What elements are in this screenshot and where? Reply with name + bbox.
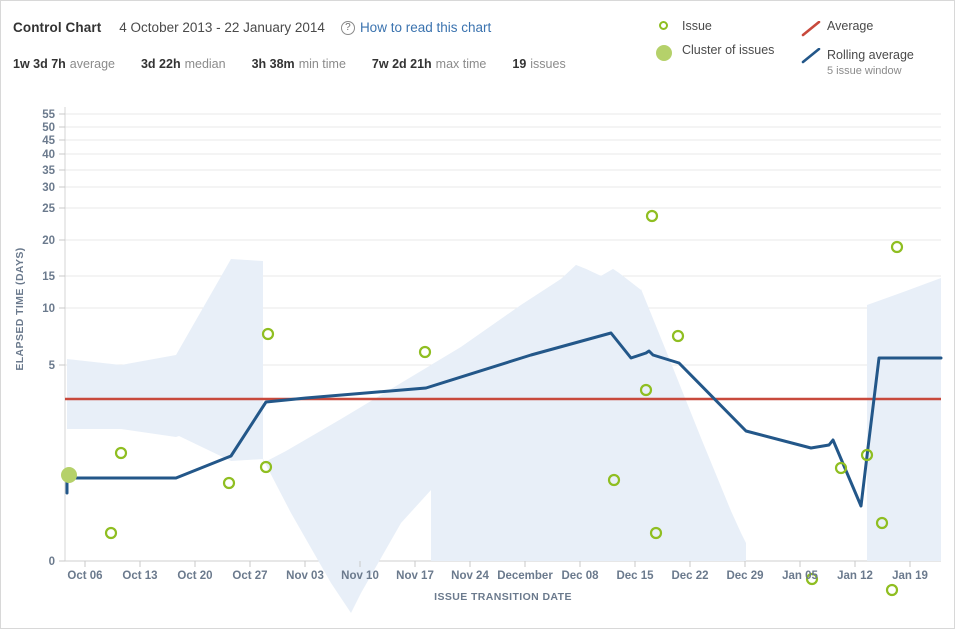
page-title: Control Chart	[13, 20, 101, 35]
x-tick-label: Dec 22	[671, 570, 708, 582]
y-tick-label: 30	[42, 182, 55, 194]
stat-min-time-label: min time	[299, 57, 346, 71]
question-mark-circle-icon: ?	[341, 21, 355, 35]
x-axis-ticks: Oct 06 Oct 13 Oct 20 Oct 27 Nov 03 Nov 1…	[67, 561, 927, 582]
stat-median-label: median	[185, 57, 226, 71]
issue-marker[interactable]	[116, 448, 126, 458]
issue-marker[interactable]	[647, 211, 657, 221]
stat-average: 1w 3d 7h average	[13, 57, 115, 71]
y-axis-ticks: 55 50 45 40 35 30 25 20 15 10 5 0	[42, 109, 65, 568]
stat-median: 3d 22h median	[141, 57, 226, 71]
title-row: Control Chart 4 October 2013 - 22 Januar…	[13, 20, 491, 35]
control-chart-page: Control Chart 4 October 2013 - 22 Januar…	[0, 0, 955, 629]
x-tick-label: Oct 13	[122, 570, 157, 582]
stat-max-time-label: max time	[436, 57, 487, 71]
x-tick-label: Oct 20	[177, 570, 212, 582]
chart-legend: Issue Cluster of issues	[656, 19, 948, 91]
legend-item-average-label: Average	[827, 19, 873, 34]
stat-average-value: 1w 3d 7h	[13, 57, 66, 71]
y-tick-label: 15	[42, 271, 55, 283]
x-tick-label: Nov 17	[396, 570, 434, 582]
x-tick-label: December	[497, 570, 553, 582]
x-tick-label: Jan 19	[892, 570, 928, 582]
x-tick-label: Dec 08	[561, 570, 599, 582]
stat-issues-label: issues	[530, 57, 565, 71]
y-tick-label: 25	[42, 203, 55, 215]
y-tick-label: 10	[42, 303, 55, 315]
stat-median-value: 3d 22h	[141, 57, 181, 71]
how-to-read-link-wrap[interactable]: ? How to read this chart	[341, 20, 491, 35]
x-tick-label: Oct 27	[232, 570, 267, 582]
control-chart-svg[interactable]: 55 50 45 40 35 30 25 20 15 10 5 0	[1, 93, 955, 629]
stat-max-time-value: 7w 2d 21h	[372, 57, 432, 71]
y-tick-label: 0	[49, 556, 55, 568]
date-range: 4 October 2013 - 22 January 2014	[119, 20, 325, 35]
cluster-marker-icon	[656, 43, 682, 61]
x-tick-label: Nov 03	[286, 570, 324, 582]
legend-column-markers: Issue Cluster of issues	[656, 19, 786, 70]
legend-item-cluster[interactable]: Cluster of issues	[656, 43, 786, 61]
y-tick-label: 45	[42, 135, 55, 147]
how-to-read-link[interactable]: How to read this chart	[360, 20, 491, 35]
legend-item-issue-label: Issue	[682, 19, 712, 34]
issue-marker[interactable]	[887, 585, 897, 595]
x-tick-label: Nov 10	[341, 570, 379, 582]
y-tick-label: 5	[49, 360, 56, 372]
issue-marker[interactable]	[224, 478, 234, 488]
stat-issues: 19 issues	[512, 57, 565, 71]
stat-issues-value: 19	[512, 57, 526, 71]
x-tick-label: Nov 24	[451, 570, 489, 582]
issue-marker[interactable]	[263, 329, 273, 339]
average-line-icon	[801, 19, 827, 37]
issue-marker[interactable]	[892, 242, 902, 252]
y-tick-label: 50	[42, 122, 55, 134]
y-tick-label: 20	[42, 235, 55, 247]
stat-min-time-value: 3h 38m	[252, 57, 295, 71]
issue-marker-icon	[656, 19, 682, 30]
legend-item-cluster-label: Cluster of issues	[682, 43, 774, 58]
legend-item-rolling-average-label: Rolling average	[827, 48, 914, 62]
x-tick-label: Oct 06	[67, 570, 102, 582]
stats-row: 1w 3d 7h average 3d 22h median 3h 38m min t…	[13, 57, 592, 71]
legend-item-issue[interactable]: Issue	[656, 19, 786, 34]
issue-marker[interactable]	[106, 528, 116, 538]
x-tick-label: Dec 15	[616, 570, 654, 582]
cluster-of-issues-marker[interactable]	[61, 467, 77, 483]
x-tick-label: Jan 12	[837, 570, 873, 582]
x-tick-label: Jan 05	[782, 570, 818, 582]
stat-min-time: 3h 38m min time	[252, 57, 346, 71]
y-tick-label: 40	[42, 149, 55, 161]
legend-item-rolling-average[interactable]: Rolling average 5 issue window	[801, 46, 951, 78]
chart-plot-area: ELAPSED TIME (DAYS) ISSUE TRANSITION DAT…	[1, 93, 955, 629]
legend-item-rolling-average-sub: 5 issue window	[827, 64, 914, 78]
stat-max-time: 7w 2d 21h max time	[372, 57, 486, 71]
y-tick-label: 55	[42, 109, 55, 121]
legend-column-lines: Average Rolling average 5 issue window	[801, 19, 951, 87]
rolling-average-line-icon	[801, 46, 827, 64]
legend-rolling-text: Rolling average 5 issue window	[827, 46, 914, 78]
legend-item-average[interactable]: Average	[801, 19, 951, 37]
stat-average-label: average	[70, 57, 115, 71]
x-tick-label: Dec 29	[726, 570, 763, 582]
y-tick-label: 35	[42, 165, 55, 177]
chart-header: Control Chart 4 October 2013 - 22 Januar…	[1, 1, 955, 93]
standard-deviation-band	[67, 167, 941, 613]
